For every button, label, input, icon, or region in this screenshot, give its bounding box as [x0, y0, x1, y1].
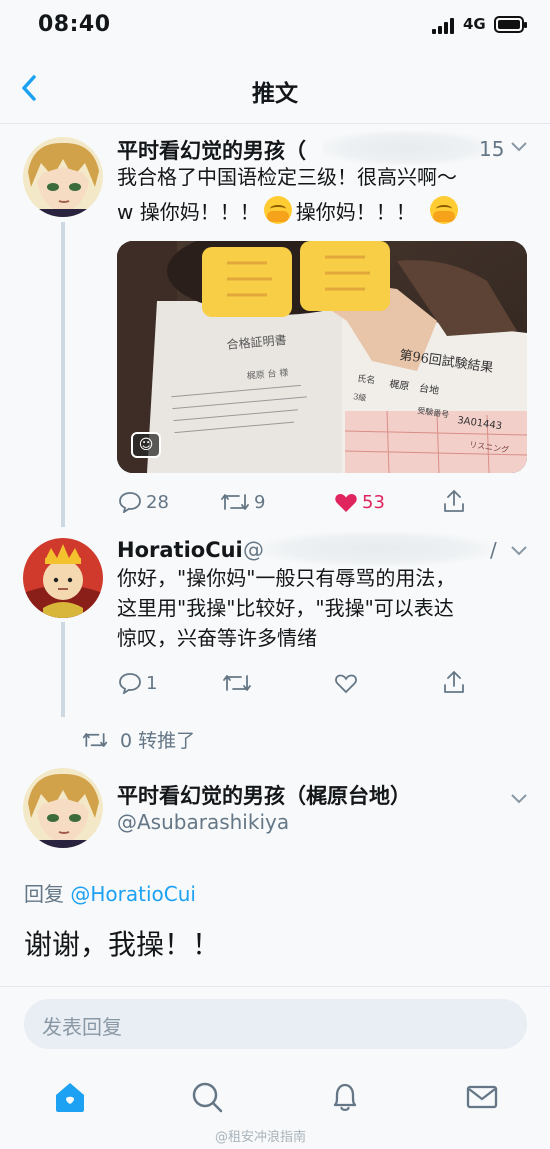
retweet-info[interactable]: 0 转推了 [82, 726, 195, 753]
photo-text: 3級 [353, 391, 367, 403]
avatar[interactable] [23, 768, 103, 848]
tab-search[interactable] [187, 1077, 227, 1117]
avatar[interactable] [23, 538, 103, 618]
tweet-text-line: 你好，"操你妈"一般只有辱骂的用法， [117, 566, 456, 590]
avatar-image [23, 538, 103, 618]
author-name[interactable]: HoratioCui [117, 538, 243, 562]
retweet-button[interactable]: 9 [220, 491, 265, 513]
like-button[interactable] [334, 672, 358, 694]
redacted-handle [262, 532, 490, 566]
reply-count: 28 [146, 491, 169, 513]
retweet-button[interactable] [222, 672, 252, 694]
notifications-icon [333, 1083, 357, 1112]
retweet-icon [82, 732, 108, 747]
search-icon [192, 1082, 223, 1113]
tweet-text-line: w 操你妈！！！ 操你妈！！！ [117, 196, 537, 229]
reply-button[interactable]: 1 [118, 672, 157, 694]
share-icon [444, 671, 464, 693]
handle-at: @ [243, 538, 264, 562]
watermark: @租安冲浪指南 [215, 1130, 307, 1145]
retweet-icon [221, 494, 249, 510]
handle-end: / [490, 538, 497, 562]
tweet-photo[interactable]: 合格証明書 梶原 台 様 第96回試験結果 氏名 梶原 台地 3級 受験番号 3… [117, 241, 527, 473]
author-handle[interactable]: @Asubarashikiya [117, 810, 289, 834]
reply-icon [119, 492, 141, 513]
messages-icon [466, 1085, 498, 1109]
reply-to-link[interactable]: @HoratioCui [70, 882, 196, 906]
share-icon [444, 490, 464, 512]
avatar-image [23, 137, 103, 217]
chevron-down-icon[interactable] [510, 790, 528, 809]
status-time: 08:40 [38, 12, 111, 37]
share-button[interactable] [442, 488, 466, 514]
chevron-down-icon[interactable] [510, 138, 528, 157]
tweet-time: 15 [479, 137, 505, 161]
tweet-text: 我合格了中国语检定三级！很高兴啊～ w 操你妈！！！ 操你妈！！！ [117, 161, 537, 229]
status-bar: 08:40 4G [0, 0, 550, 54]
tweet-text-part: 操你妈！！！ [295, 200, 416, 224]
share-button[interactable] [442, 669, 466, 695]
tab-home[interactable] [50, 1077, 90, 1117]
reply-input-placeholder: 发表回复 [42, 1015, 122, 1039]
home-icon [56, 1083, 84, 1112]
main-tweet-text: 谢谢，我操！！ [24, 928, 221, 961]
thread-line [61, 622, 65, 717]
reply-input[interactable]: 发表回复 [24, 999, 527, 1049]
reply-to: 回复 @HoratioCui [24, 878, 196, 907]
like-count: 53 [362, 491, 385, 513]
like-button[interactable]: 53 [334, 491, 385, 513]
avatar[interactable] [23, 137, 103, 217]
retweet-count: 9 [254, 491, 266, 513]
reply-icon [119, 673, 141, 694]
heart-icon [335, 674, 357, 694]
tab-notifications[interactable] [325, 1077, 365, 1117]
hugging-emoji-icon [263, 196, 292, 224]
retweet-icon [223, 675, 251, 691]
thread-line [61, 222, 65, 527]
reply-to-label: 回复 [24, 882, 64, 906]
nav-bar: 推文 [0, 54, 550, 124]
sticker-icon[interactable]: ☺ [131, 432, 161, 458]
tweet-text-part: w 操你妈！！！ [117, 200, 260, 224]
battery-icon [494, 16, 527, 33]
signal-icon [432, 18, 458, 34]
hugging-emoji-icon [429, 196, 458, 224]
tweet-text-line: 我合格了中国语检定三级！很高兴啊～ [117, 165, 457, 189]
divider [0, 986, 550, 987]
tweet-text-line: 这里用"我操"比较好，"我操"可以表达 [117, 596, 454, 620]
reply-button[interactable]: 28 [118, 491, 169, 513]
tab-messages[interactable] [462, 1077, 502, 1117]
retweet-info-text: 0 转推了 [120, 730, 196, 752]
tweet-text-line: 惊叹，兴奋等许多情绪 [117, 626, 317, 650]
chevron-down-icon[interactable] [510, 542, 528, 561]
tweet-text: 你好，"操你妈"一般只有辱骂的用法， 这里用"我操"比较好，"我操"可以表达 惊… [117, 563, 537, 653]
heart-filled-icon [335, 493, 357, 512]
page-title: 推文 [252, 81, 298, 107]
avatar-image [23, 768, 103, 848]
author-name[interactable]: 平时看幻觉的男孩（梶原台地） [117, 780, 411, 810]
reply-count: 1 [146, 672, 158, 694]
redacted-handle [322, 131, 490, 165]
network-type: 4G [463, 15, 486, 33]
photo-image: 合格証明書 梶原 台 様 第96回試験結果 氏名 梶原 台地 3級 受験番号 3… [117, 241, 527, 473]
